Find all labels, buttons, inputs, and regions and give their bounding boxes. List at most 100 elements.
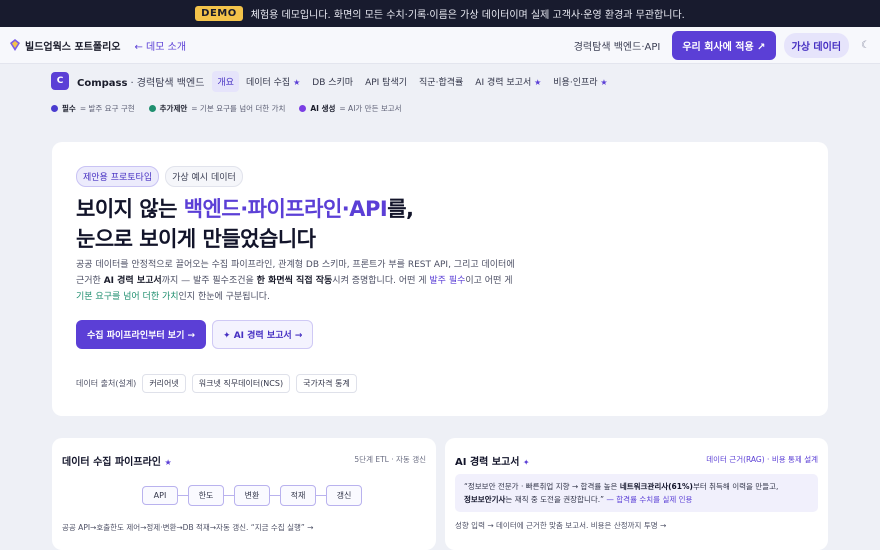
card-title-text: AI 경력 보고서 (455, 457, 520, 468)
quote-text: 는 재직 중 도전을 권장합니다.” (505, 495, 605, 504)
source-chip: 워크넷 직무데이터(NCS) (191, 374, 291, 393)
quote-citation: — 합격률 수치를 실제 인용 (604, 495, 693, 504)
tab-label: AI 경력 보고서 (475, 77, 532, 88)
sparkle-icon: ✦ (522, 458, 530, 467)
tab-cost-infra[interactable]: 비용·인프라 ★ (548, 71, 612, 92)
quote-emphasis: 정보보안기사 (464, 495, 506, 504)
legend-required: 필수 = 발주 요구 구현 (51, 103, 135, 114)
product-logo: C (51, 72, 69, 90)
legend-desc: = 발주 요구 구현 (79, 104, 135, 113)
flow-connector (178, 495, 188, 496)
desc-text: 인지 한눈에 구분됩니다. (178, 292, 270, 302)
pipeline-card-meta: 5단계 ETL · 자동 갱신 (354, 455, 426, 464)
hero-description: 공공 데이터를 안정적으로 끌어오는 수집 파이프라인, 관계형 DB 스키마,… (76, 257, 546, 305)
desc-text: 공공 데이터를 안정적으로 끌어오는 수집 파이프라인, 관계형 DB 스키마,… (76, 260, 515, 270)
tab-jobs-pass-rate[interactable]: 직군·합격률 (414, 71, 468, 92)
legend-label: AI 생성 (310, 104, 336, 113)
back-to-demo-intro-link[interactable]: ← 데모 소개 (134, 38, 186, 53)
hero-title-pre: 보이지 않는 (76, 197, 184, 221)
apply-to-company-button[interactable]: 우리 회사에 적용 ↗ (672, 30, 776, 60)
quote-text: “정보보안 전문가 · 빠른취업 지향 → 합격률 높은 (464, 482, 620, 491)
pipeline-card[interactable]: 데이터 수집 파이프라인 ★ 5단계 ETL · 자동 갱신 API 한도 변환… (52, 438, 436, 550)
hero-title-post: 를, (387, 197, 414, 221)
flow-step: 한도 (188, 485, 224, 506)
tab-db-schema[interactable]: DB 스키마 (307, 71, 358, 92)
legend-label: 추가제안 (159, 104, 188, 113)
legend-desc: = 기본 요구를 넘어 더한 가치 (191, 104, 286, 113)
virtual-data-badge: 가상 데이터 (783, 32, 850, 58)
hero-chips: 제안용 프로토타입 가상 예시 데이터 (76, 166, 243, 187)
star-icon: ★ (293, 77, 301, 87)
view-pipeline-button[interactable]: 수집 파이프라인부터 보기 → (76, 320, 207, 349)
tab-label: DB 스키마 (312, 77, 354, 88)
demo-badge: DEMO (195, 6, 243, 21)
flow-step: API (142, 486, 178, 505)
tab-api-explorer[interactable]: API 탐색기 (360, 71, 412, 92)
desc-required-highlight: 발주 필수 (429, 276, 466, 286)
section-tabs: 개요 데이터 수집 ★ DB 스키마 API 탐색기 직군·합격률 AI 경력 … (212, 70, 612, 92)
quote-emphasis: 네트워크관리사(61%) (619, 482, 693, 491)
legend-dot (51, 105, 58, 112)
ai-report-card-title: AI 경력 보고서 ✦ (455, 453, 530, 468)
hero-title: 보이지 않는 백엔드·파이프라인·API를, 눈으로 보이게 만들었습니다 (76, 194, 414, 254)
tab-label: 데이터 수집 (245, 77, 291, 88)
hero-card: 제안용 프로토타입 가상 예시 데이터 보이지 않는 백엔드·파이프라인·API… (52, 142, 828, 416)
flow-connector (224, 495, 234, 496)
flow-step: 갱신 (326, 485, 362, 506)
demo-banner-text: 체험용 데모입니다. 화면의 모든 수치·기록·이름은 가상 데이터이며 실제 … (250, 10, 685, 21)
pipeline-card-footer[interactable]: 공공 API→호출한도 제어→정제·변환→DB 적재→자동 갱신. “지금 수집… (62, 522, 313, 533)
desc-extra-highlight: 기본 요구를 넘어 더한 가치 (76, 292, 179, 302)
legend-ai-generated: AI 생성 = AI가 만든 보고서 (299, 103, 402, 114)
product-subnav: C Compass · 경력탐색 백엔드 개요 데이터 수집 ★ DB 스키마 A… (51, 70, 613, 92)
demo-banner: DEMO 체험용 데모입니다. 화면의 모든 수치·기록·이름은 가상 데이터이… (0, 0, 880, 27)
nav-subtitle: 경력탐색 백엔드·API (573, 41, 661, 53)
product-title: Compass (77, 77, 128, 89)
nav-right: 경력탐색 백엔드·API 우리 회사에 적용 ↗ 가상 데이터 ☾ (573, 30, 870, 60)
star-icon: ★ (534, 77, 542, 87)
ai-report-card[interactable]: AI 경력 보고서 ✦ 데이터 근거(RAG) · 비용 통제 설계 “정보보안… (445, 438, 828, 550)
hero-cta-row: 수집 파이프라인부터 보기 → ✦ AI 경력 보고서 → (76, 320, 314, 349)
pipeline-card-title: 데이터 수집 파이프라인 ★ (62, 453, 172, 468)
star-icon: ★ (600, 77, 608, 87)
desc-text: 근거한 (76, 276, 104, 286)
ai-report-button[interactable]: ✦ AI 경력 보고서 → (212, 320, 314, 349)
report-quote: “정보보안 전문가 · 빠른취업 지향 → 합격률 높은 네트워크관리사(61%… (455, 474, 818, 512)
tab-ai-career-report[interactable]: AI 경력 보고서 ★ (470, 71, 546, 92)
star-icon: ★ (164, 458, 172, 467)
brand[interactable]: 빌드업웍스 포트폴리오 (10, 38, 120, 53)
prototype-chip: 제안용 프로토타입 (76, 166, 160, 187)
desc-text: 시켜 증명합니다. 어떤 게 (332, 276, 430, 286)
ai-report-card-meta: 데이터 근거(RAG) · 비용 통제 설계 (706, 455, 818, 464)
ai-report-card-footer[interactable]: 성향 입력 → 데이터에 근거한 맞춤 보고서. 비용은 산정까지 투명 → (455, 520, 666, 531)
hero-title-highlight: 백엔드·파이프라인·API (183, 197, 388, 221)
brand-logo-icon (10, 39, 20, 51)
tab-label: 비용·인프라 (553, 77, 598, 88)
legend-extra-proposal: 추가제안 = 기본 요구를 넘어 더한 가치 (148, 103, 286, 114)
legend-dot (148, 105, 156, 112)
flow-step: 적재 (280, 485, 316, 506)
tab-label: 개요 (217, 77, 234, 88)
tab-label: API 탐색기 (365, 77, 408, 88)
theme-toggle-moon-icon[interactable]: ☾ (861, 40, 870, 51)
legend: 필수 = 발주 요구 구현 추가제안 = 기본 요구를 넘어 더한 가치 AI … (51, 103, 402, 114)
data-sources-label: 데이터 출처(설계) (76, 379, 137, 388)
flow-step: 변환 (234, 485, 270, 506)
product-name: Compass · 경력탐색 백엔드 (77, 74, 204, 89)
tab-data-collection[interactable]: 데이터 수집 ★ (241, 71, 305, 92)
hero-title-line2: 눈으로 보이게 만들었습니다 (76, 227, 316, 251)
legend-dot (299, 105, 307, 112)
source-chip: 커리어넷 (142, 374, 186, 393)
data-sources: 데이터 출처(설계) 커리어넷 워크넷 직무데이터(NCS) 국가자격 통계 (76, 374, 357, 393)
legend-label: 필수 (62, 104, 76, 113)
product-subtitle: · 경력탐색 백엔드 (130, 77, 205, 89)
pipeline-flow: API 한도 변환 적재 갱신 (142, 485, 362, 506)
source-chip: 국가자격 통계 (296, 374, 357, 393)
desc-text: 까지 — 발주 필수조건을 (161, 276, 257, 286)
desc-emphasis: AI 경력 보고서 (103, 276, 162, 286)
tab-overview[interactable]: 개요 (212, 70, 239, 92)
tab-label: 직군·합격률 (419, 77, 464, 88)
brand-name: 빌드업웍스 포트폴리오 (25, 41, 121, 53)
flow-connector (270, 495, 280, 496)
desc-emphasis: 한 화면씩 직접 작동 (256, 276, 333, 286)
top-nav: 빌드업웍스 포트폴리오 ← 데모 소개 경력탐색 백엔드·API 우리 회사에 … (0, 27, 880, 64)
